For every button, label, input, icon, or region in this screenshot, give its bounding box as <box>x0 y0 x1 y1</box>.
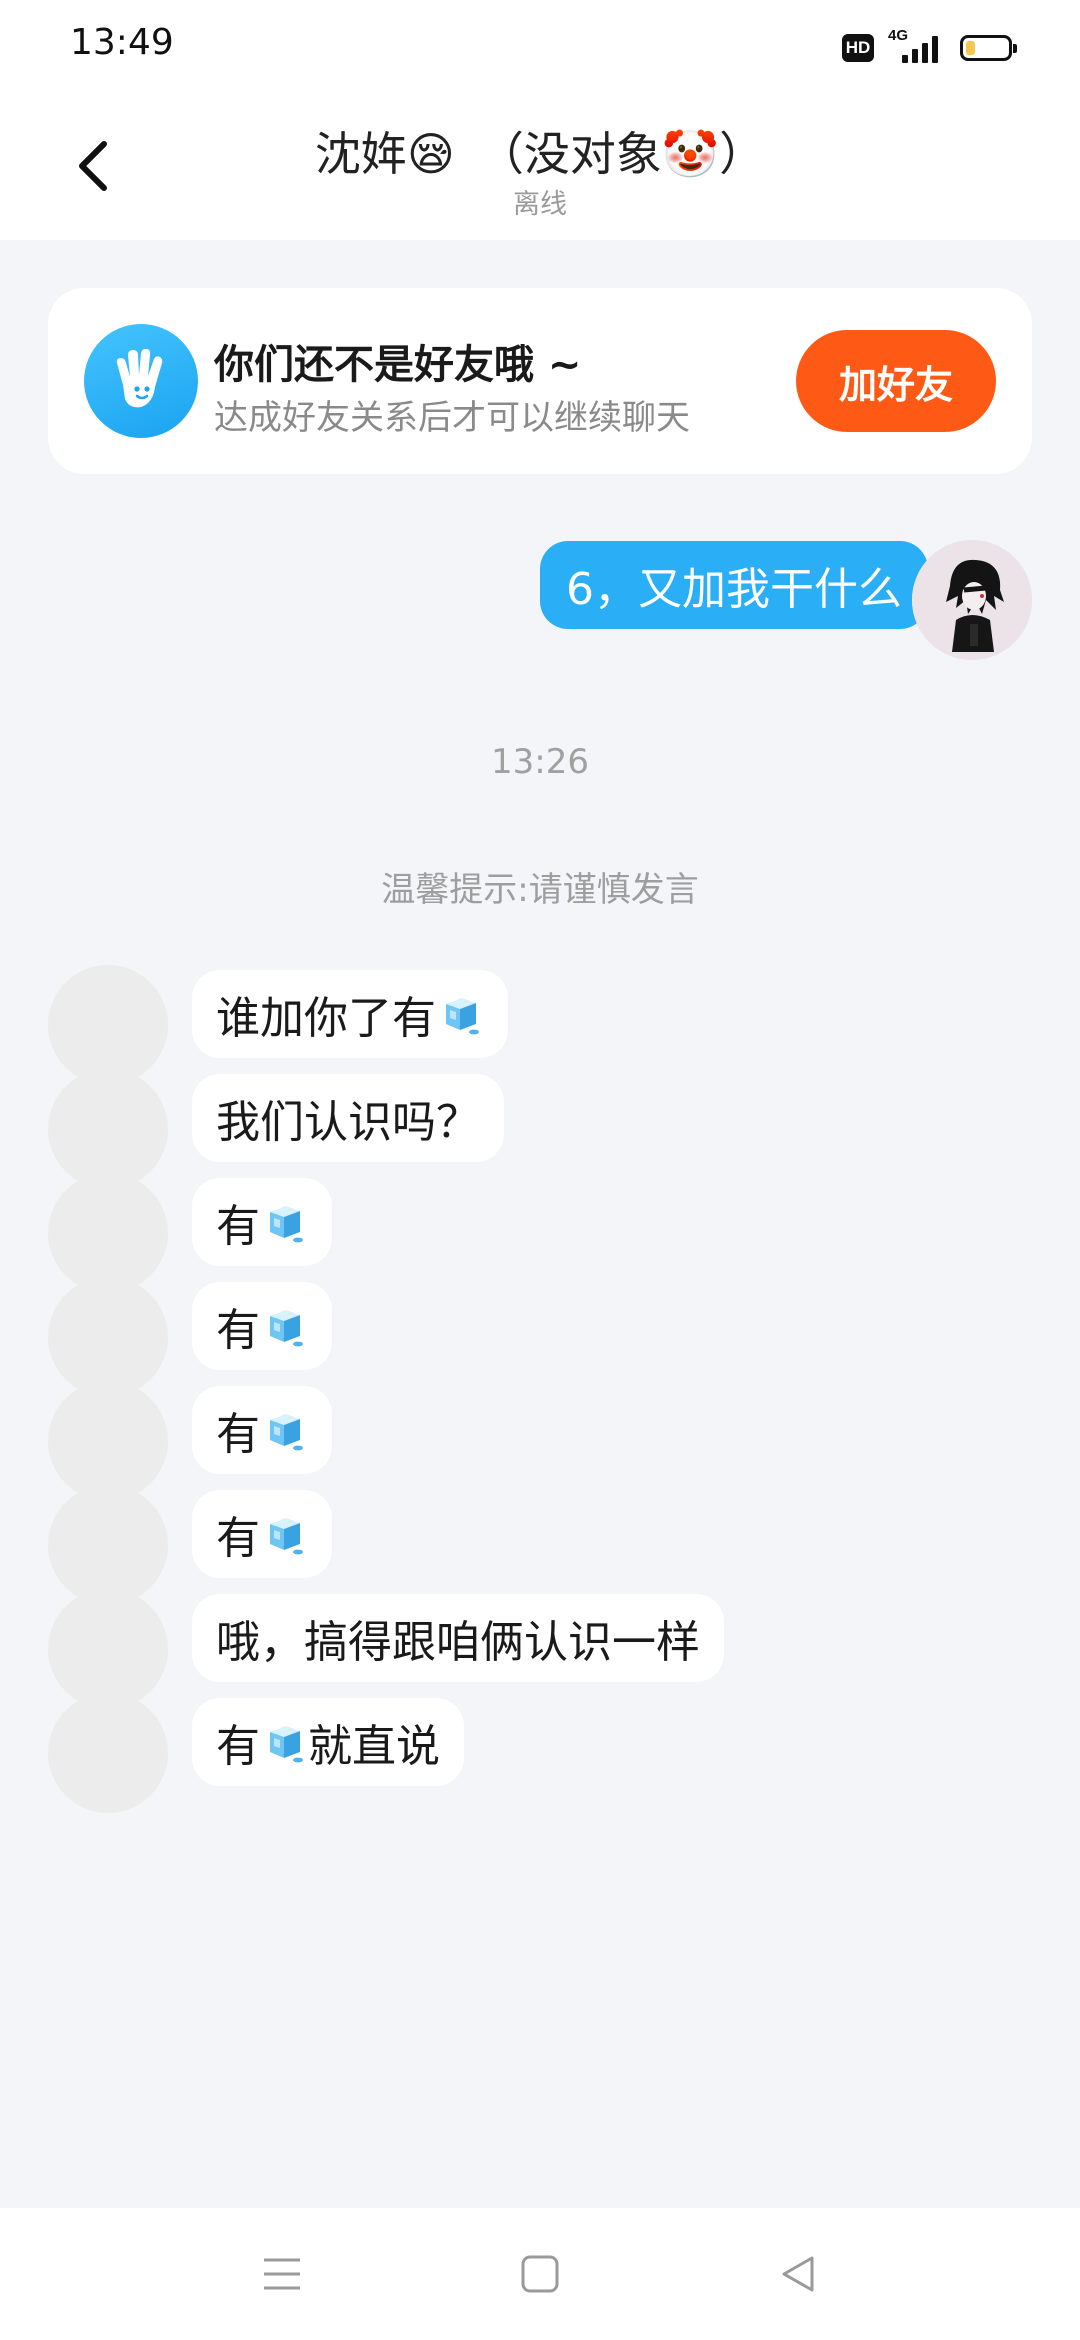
incoming-message-bubble[interactable]: 谁加你了有 <box>192 970 508 1058</box>
friend-request-card: 你们还不是好友哦 ~ 达成好友关系后才可以继续聊天 加好友 <box>48 288 1032 474</box>
wave-hand-icon <box>84 324 198 438</box>
incoming-message-bubble[interactable]: 哦，搞得跟咱俩认识一样 <box>192 1594 724 1682</box>
contact-avatar[interactable] <box>48 1173 168 1293</box>
status-icons: HD 4G <box>842 27 1017 68</box>
incoming-message-bubble[interactable]: 有就直说 <box>192 1698 464 1786</box>
incoming-message-bubble[interactable]: 有 <box>192 1386 332 1474</box>
message-text: 有 <box>216 1721 260 1772</box>
battery-icon <box>960 35 1017 61</box>
navigation-bar <box>0 2208 1080 2340</box>
network-type: 4G <box>888 27 909 44</box>
message-timestamp: 13:26 <box>491 742 589 782</box>
friend-card-description: 达成好友关系后才可以继续聊天 <box>214 398 690 438</box>
message-text: 我们认识吗？ <box>216 1097 480 1148</box>
back-icon <box>782 2256 814 2292</box>
friend-card-title: 你们还不是好友哦 ~ <box>214 342 582 388</box>
message-text: 谁加你了有 <box>216 993 436 1044</box>
ice-cube-emoji-icon <box>270 1206 303 1243</box>
ice-cube-emoji-icon <box>270 1310 303 1347</box>
home-icon <box>521 2255 559 2293</box>
contact-avatar[interactable] <box>48 1277 168 1397</box>
add-friend-button[interactable]: 加好友 <box>796 330 996 432</box>
ice-cube-emoji-icon <box>446 998 479 1035</box>
status-bar: 13:49 HD 4G <box>0 0 1080 96</box>
ice-cube-emoji-icon <box>270 1414 303 1451</box>
message-text: 有 <box>216 1409 260 1460</box>
my-avatar[interactable] <box>912 540 1032 660</box>
contact-avatar[interactable] <box>48 1485 168 1605</box>
menu-button[interactable] <box>252 2244 312 2304</box>
message-text: 有 <box>216 1201 260 1252</box>
incoming-message-bubble[interactable]: 有 <box>192 1178 332 1266</box>
menu-icon <box>264 2258 300 2290</box>
home-button[interactable] <box>510 2244 570 2304</box>
hd-icon: HD <box>842 34 874 62</box>
outgoing-message-bubble[interactable]: 6，又加我干什么 <box>540 541 928 629</box>
message-text: 有 <box>216 1513 260 1564</box>
contact-avatar[interactable] <box>48 1589 168 1709</box>
message-text: 有 <box>216 1305 260 1356</box>
incoming-message-bubble[interactable]: 我们认识吗？ <box>192 1074 504 1162</box>
message-text: 哦，搞得跟咱俩认识一样 <box>216 1617 700 1668</box>
ice-cube-emoji-icon <box>270 1518 303 1555</box>
safety-tip: 温馨提示:请谨慎发言 <box>381 870 699 910</box>
contact-name: 沈姩😪 （没对象🤡） <box>314 127 766 181</box>
contact-avatar[interactable] <box>48 965 168 1085</box>
incoming-message-bubble[interactable]: 有 <box>192 1282 332 1370</box>
ice-cube-emoji-icon <box>270 1726 303 1763</box>
chat-header: 沈姩😪 （没对象🤡） 离线 <box>0 96 1080 240</box>
contact-avatar[interactable] <box>48 1069 168 1189</box>
status-time: 13:49 <box>70 22 174 63</box>
incoming-message-bubble[interactable]: 有 <box>192 1490 332 1578</box>
signal-icon: 4G <box>888 27 946 63</box>
message-text-suffix: 就直说 <box>308 1721 440 1772</box>
contact-avatar[interactable] <box>48 1381 168 1501</box>
contact-avatar[interactable] <box>48 1693 168 1813</box>
nav-back-button[interactable] <box>768 2244 828 2304</box>
contact-status: 离线 <box>513 189 567 220</box>
